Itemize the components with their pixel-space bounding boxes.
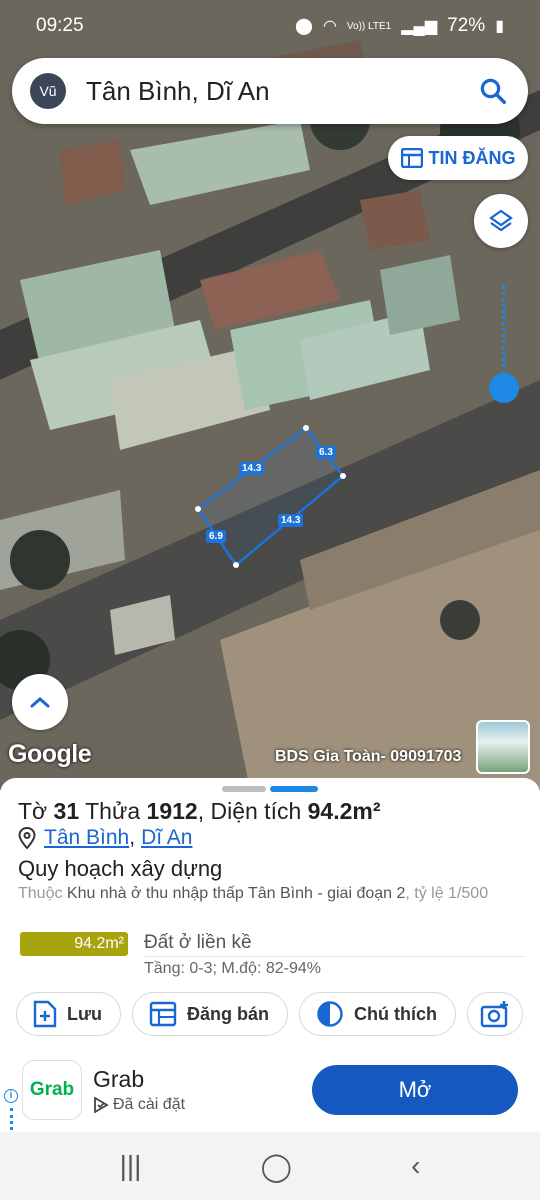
expand-up-button[interactable] <box>12 674 68 730</box>
layers-button[interactable] <box>474 194 528 248</box>
scale-label: , tỷ lệ 1/500 <box>405 885 489 902</box>
parcel-dimension-bottom: 14.3 <box>278 514 304 527</box>
installed-label: Đã cài đặt <box>113 1096 186 1113</box>
add-file-icon <box>33 1000 57 1028</box>
ad-app-name: Grab <box>93 1066 145 1092</box>
opacity-slider-track[interactable] <box>502 285 505 375</box>
ad-banner[interactable]: i Grab Grab Đã cài đặt Mở <box>0 1042 540 1132</box>
parcel-info-sheet: Tờ 31 Thửa 1912, Diện tích 94.2m² Tân Bì… <box>0 778 540 1042</box>
signal-icon: ▂▄▆ <box>401 18 438 35</box>
legend-icon <box>317 1001 343 1027</box>
thua-label: Thửa <box>85 798 141 824</box>
save-button[interactable]: Lưu <box>16 992 122 1036</box>
installed-icon <box>94 1097 109 1113</box>
recent-apps-button[interactable]: ||| <box>120 1150 142 1182</box>
battery-text: 72% <box>447 15 486 36</box>
dang-ban-button[interactable]: Đăng bán <box>132 992 289 1036</box>
google-logo: Google <box>8 740 92 768</box>
floors-density: Tầng: 0-3; M.độ: 82-94% <box>144 960 321 977</box>
area-label: , Diện tích <box>197 798 302 824</box>
sheet-handle-active[interactable] <box>270 786 318 792</box>
battery-icon: ▮ <box>495 18 504 35</box>
back-button[interactable]: ‹ <box>411 1150 420 1182</box>
planning-zone: Thuộc Khu nhà ở thu nhập thấp Tân Bình -… <box>18 883 518 904</box>
parcel-location: Tân Bình, Dĩ An <box>18 826 192 850</box>
action-buttons: Lưu Đăng bán Chú thích <box>16 992 524 1036</box>
status-time: 09:25 <box>36 15 84 36</box>
system-nav-bar: ||| ◯ ‹ <box>0 1132 540 1200</box>
layers-icon <box>489 209 513 232</box>
ad-info-icon[interactable]: i <box>4 1089 18 1103</box>
legend-label: Chú thích <box>354 1003 438 1024</box>
map-view[interactable]: 14.3 6.3 14.3 6.9 09:25 ⬤ ◠ Vo)) LTE1 ▂▄… <box>0 0 540 790</box>
tin-dang-label: TIN ĐĂNG <box>428 147 516 168</box>
zone-name: Khu nhà ở thu nhập thấp Tân Bình - giai … <box>66 885 406 902</box>
ad-dots <box>10 1108 13 1130</box>
ad-install-status: Đã cài đặt <box>93 1096 185 1114</box>
search-icon[interactable] <box>478 76 508 106</box>
save-label: Lưu <box>67 1003 103 1024</box>
status-bar: 09:25 ⬤ ◠ Vo)) LTE1 ▂▄▆ 72% ▮ <box>0 0 540 52</box>
land-type: Đất ở liền kề <box>144 932 252 953</box>
location-pin-icon <box>18 827 36 849</box>
search-input[interactable]: Tân Bình, Dĩ An <box>86 76 478 107</box>
search-bar[interactable]: Vũ Tân Bình, Dĩ An <box>12 58 528 124</box>
parcel-dimension-right: 6.3 <box>316 446 336 459</box>
land-area-badge: 94.2m² <box>20 932 128 956</box>
ward-link[interactable]: Tân Bình <box>44 826 129 850</box>
home-button[interactable]: ◯ <box>261 1150 292 1183</box>
camera-add-icon <box>480 1001 509 1028</box>
opacity-slider-thumb[interactable] <box>489 373 519 403</box>
location-icon: ⬤ <box>295 18 313 35</box>
parcel-title: Tờ 31 Thửa 1912, Diện tích 94.2m² <box>18 798 381 825</box>
avatar[interactable]: Vũ <box>30 73 66 109</box>
dang-ban-label: Đăng bán <box>187 1003 270 1024</box>
district-link[interactable]: Dĩ An <box>141 826 192 850</box>
area-value: 94.2m² <box>307 798 381 824</box>
location-separator: , <box>129 826 136 849</box>
listing-icon <box>400 148 423 168</box>
add-photo-button[interactable] <box>467 992 524 1036</box>
sheet-handle[interactable] <box>222 786 266 792</box>
planning-title: Quy hoạch xây dựng <box>18 856 223 881</box>
thuoc-label: Thuộc <box>18 885 63 902</box>
parcel-dimension-left: 6.9 <box>206 530 226 543</box>
carrier-label: Vo)) LTE1 <box>346 20 392 32</box>
thua-value: 1912 <box>146 798 198 824</box>
to-label: Tờ <box>18 798 48 824</box>
tin-dang-button[interactable]: TIN ĐĂNG <box>388 136 528 180</box>
to-value: 31 <box>53 798 80 824</box>
chevron-up-icon <box>30 697 50 708</box>
map-ad-thumbnail[interactable] <box>476 720 530 774</box>
listing-icon <box>149 1001 177 1027</box>
grab-app-icon[interactable]: Grab <box>22 1060 82 1120</box>
open-app-button[interactable]: Mở <box>312 1065 518 1115</box>
legend-button[interactable]: Chú thích <box>299 992 457 1036</box>
divider <box>144 956 524 957</box>
map-ad-label[interactable]: BDS Gia Toàn- 09091703 <box>275 748 461 766</box>
wifi-icon: ◠ <box>322 18 337 35</box>
parcel-dimension-top: 14.3 <box>239 462 265 475</box>
